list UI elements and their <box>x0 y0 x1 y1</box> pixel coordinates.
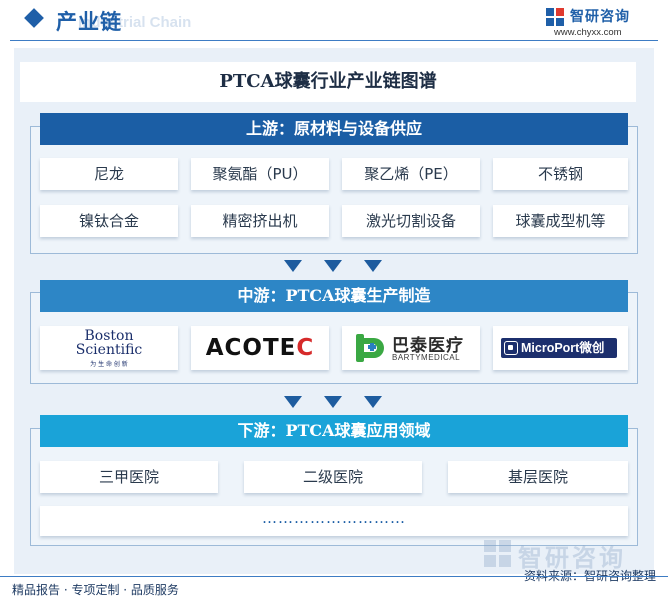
diamond-icon <box>24 8 44 28</box>
upstream-header: 上游：原材料与设备供应 <box>40 113 628 145</box>
logo-text: ACOTE <box>205 335 297 361</box>
logo-text-cn: 微创 <box>579 341 605 355</box>
downstream-more: ……………………… <box>40 506 628 536</box>
down-arrow-icon <box>324 396 342 408</box>
upstream-item: 尼龙 <box>40 158 178 190</box>
downstream-item: 三甲医院 <box>40 461 218 493</box>
company-logo-acotec: ACOTEC <box>191 326 329 370</box>
microport-logo: MicroPort微创 <box>501 338 617 358</box>
company-logo-barty: 巴泰医疗 BARTYMEDICAL <box>342 326 480 370</box>
logo-tagline: 为 生 命 创 新 <box>90 361 128 368</box>
company-logo-boston-scientific: Boston Scientific 为 生 命 创 新 <box>40 326 178 370</box>
down-arrow-icon <box>324 260 342 272</box>
brand-logo: 智研咨询 www.chyxx.com <box>546 6 656 40</box>
diagram-title: PTCA球囊行业产业链图谱 <box>20 62 636 102</box>
down-arrow-icon <box>284 260 302 272</box>
midstream-header: 中游：PTCA球囊生产制造 <box>40 280 628 312</box>
header-title: 产业链 <box>56 10 122 34</box>
upstream-item: 镍钛合金 <box>40 205 178 237</box>
page-header: Industrial Chain 产业链 智研咨询 www.chyxx.com <box>0 0 668 41</box>
watermark-mark-icon <box>484 540 511 567</box>
down-arrow-icon <box>364 260 382 272</box>
footer-slogan: 精品报告 · 专项定制 · 品质服务 <box>12 583 179 597</box>
logo-text: Scientific <box>75 342 143 358</box>
logo-text-accent: C <box>296 335 315 361</box>
upstream-item: 聚乙烯（PE） <box>342 158 480 190</box>
downstream-item: 基层医院 <box>448 461 628 493</box>
boston-scientific-logo: Boston Scientific 为 生 命 创 新 <box>40 326 178 370</box>
logo-text-en: MicroPort <box>521 341 580 355</box>
acotec-logo: ACOTEC <box>191 326 329 370</box>
logo-text: BARTYMEDICAL <box>392 353 461 362</box>
upstream-item: 球囊成型机等 <box>493 205 628 237</box>
company-logo-microport: MicroPort微创 <box>493 326 628 370</box>
header-divider <box>10 40 658 41</box>
brand-mark-icon <box>546 8 564 26</box>
logo-text: MicroPort微创 <box>521 338 604 358</box>
flow-arrows <box>284 260 384 274</box>
upstream-item: 不锈钢 <box>493 158 628 190</box>
brand-name: 智研咨询 <box>570 9 630 25</box>
barty-mark-icon <box>356 334 384 362</box>
brand-url: www.chyxx.com <box>554 27 622 38</box>
upstream-item: 聚氨酯（PU） <box>191 158 329 190</box>
down-arrow-icon <box>364 396 382 408</box>
down-arrow-icon <box>284 396 302 408</box>
upstream-item: 激光切割设备 <box>342 205 480 237</box>
upstream-item: 精密挤出机 <box>191 205 329 237</box>
footer-divider <box>0 576 668 577</box>
flow-arrows <box>284 396 384 410</box>
downstream-header: 下游：PTCA球囊应用领域 <box>40 415 628 447</box>
microport-mark-icon <box>504 341 518 355</box>
downstream-item: 二级医院 <box>244 461 422 493</box>
